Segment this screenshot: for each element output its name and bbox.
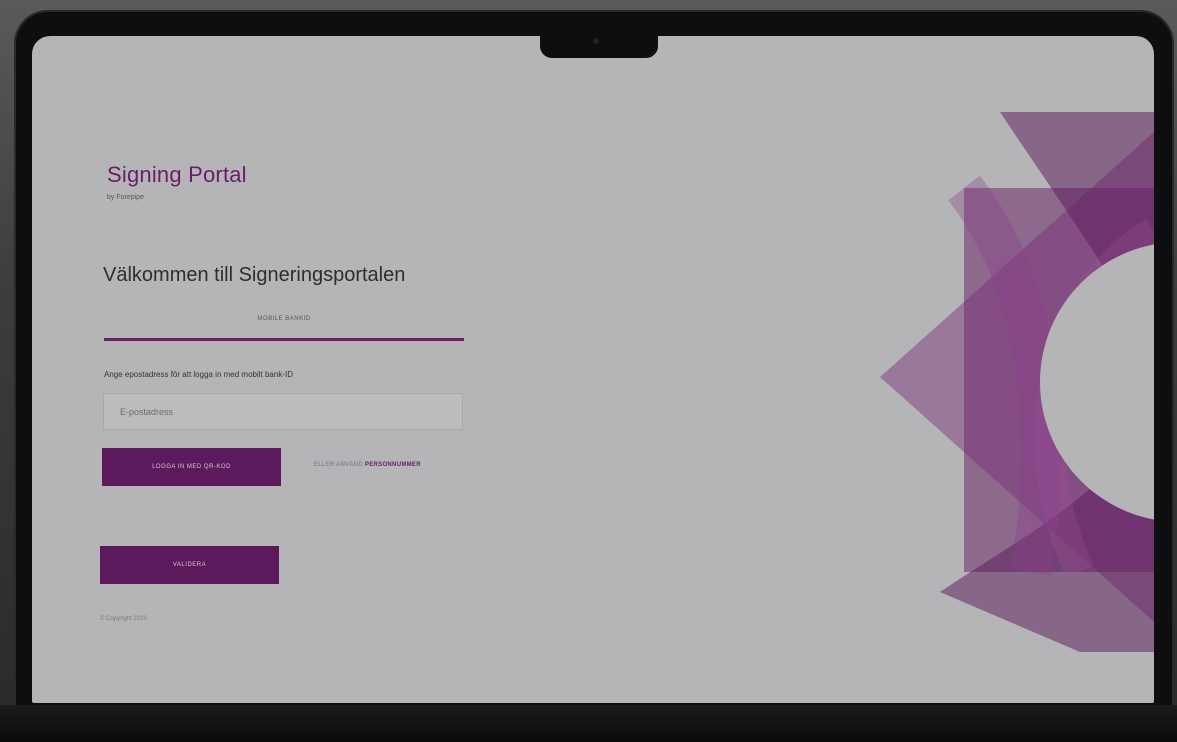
camera-notch [540, 36, 658, 58]
laptop-screen: Signing Portal by Forepipe Välkommen til… [32, 36, 1154, 703]
brand-title: Signing Portal [107, 162, 247, 187]
page-title: Välkommen till Signeringsportalen [103, 264, 406, 286]
alt-link-bold: PERSONNUMMER [364, 462, 421, 468]
validate-button[interactable]: VALIDERA [100, 546, 279, 584]
email-field[interactable] [103, 393, 463, 430]
laptop-base [0, 705, 1177, 742]
personnummer-link[interactable]: ELLER ANVÄND PERSONNUMMER [314, 462, 421, 468]
alt-link-prefix: ELLER ANVÄND [314, 462, 363, 468]
camera-icon [593, 38, 599, 44]
copyright-text: © Copyright 2023 [100, 616, 147, 622]
brand-subtitle: by Forepipe [107, 194, 144, 201]
login-instruction: Ange epostadress för att logga in med mo… [104, 370, 293, 379]
tab-mobile-bankid[interactable]: MOBILE BANKID [104, 316, 464, 341]
decorative-star-art [880, 112, 1154, 652]
login-qr-button[interactable]: LOGGA IN MED QR-KOD [102, 448, 281, 486]
